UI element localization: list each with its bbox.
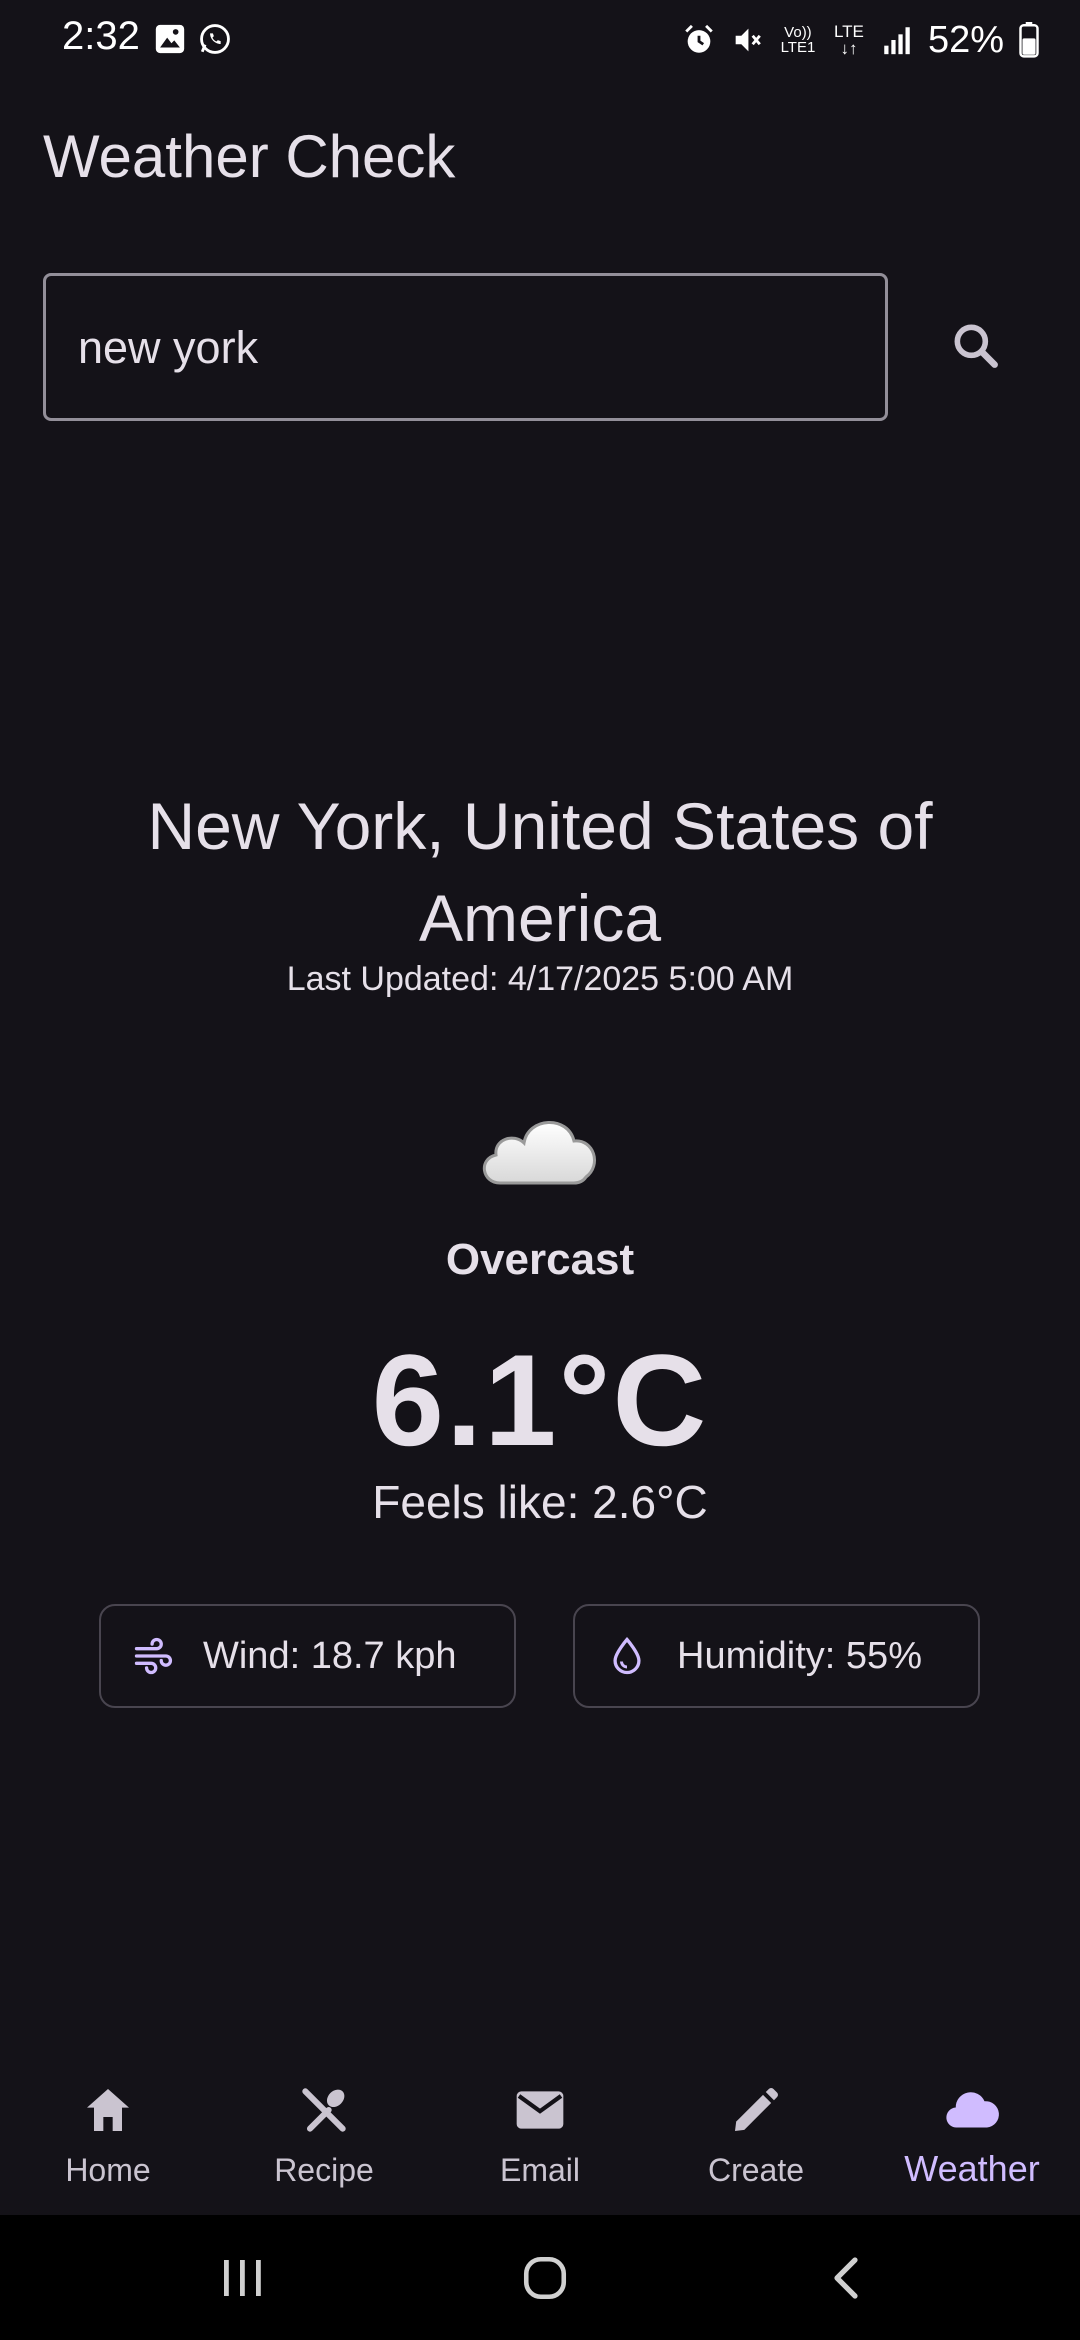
humidity-value: Humidity: 55%: [677, 1634, 922, 1677]
last-updated: Last Updated: 4/17/2025 5:00 AM: [286, 960, 794, 998]
bottom-navigation: Home Recipe Email Create Weather: [0, 2050, 1080, 2215]
recent-apps-icon: [224, 2259, 261, 2296]
home-button[interactable]: [485, 2215, 605, 2340]
back-button[interactable]: [787, 2215, 907, 2340]
search-field[interactable]: [43, 273, 888, 421]
mute-icon: [735, 28, 761, 52]
pencil-icon: [726, 2080, 786, 2140]
status-time: 2:32: [62, 14, 140, 58]
wind-value: Wind: 18.7 kph: [203, 1634, 457, 1677]
nav-label-recipe: Recipe: [274, 2152, 374, 2188]
volte-icon: Vo)) LTE1: [780, 24, 816, 56]
humidity-chip: Humidity: 55%: [573, 1604, 980, 1708]
battery-percentage: 52%: [927, 18, 1004, 61]
alarm-icon: [685, 24, 713, 53]
home-icon: [78, 2080, 138, 2140]
nav-item-home[interactable]: Home: [0, 2050, 216, 2215]
water-drop-icon: [613, 1636, 641, 1675]
nav-label-create: Create: [707, 2152, 805, 2188]
whatsapp-icon: [200, 24, 230, 54]
back-chevron-icon: [834, 2256, 858, 2299]
temperature: 6.1°C: [371, 1327, 709, 1473]
nav-item-create[interactable]: Create: [648, 2050, 864, 2215]
utensils-icon: [294, 2080, 354, 2140]
battery-icon: [1019, 22, 1039, 58]
nav-item-email[interactable]: Email: [432, 2050, 648, 2215]
signal-icon: [884, 27, 910, 55]
image-icon: [155, 24, 185, 54]
recent-apps-button[interactable]: [183, 2215, 303, 2340]
home-circle-icon: [523, 2256, 567, 2299]
page-title: Weather Check: [43, 123, 456, 190]
mail-icon: [510, 2080, 570, 2140]
status-icons: Vo)) LTE1 LTE ↓↑ 52%: [682, 14, 1040, 66]
cloud-icon: [942, 2080, 1002, 2140]
nav-label-home: Home: [65, 2152, 151, 2188]
location-name: New York, United States of America: [147, 789, 933, 955]
search-input[interactable]: [76, 276, 860, 420]
nav-label-weather: Weather: [904, 2148, 1040, 2189]
nav-item-recipe[interactable]: Recipe: [216, 2050, 432, 2215]
status-bar: 2:32 Vo)) LTE1 LTE ↓↑ 52%: [0, 0, 1080, 80]
system-navigation-bar: [0, 2215, 1080, 2340]
wind-icon: [134, 1637, 173, 1675]
cloud-icon: [483, 1121, 596, 1185]
nav-item-weather[interactable]: Weather: [864, 2050, 1080, 2215]
weather-condition: Overcast: [445, 1235, 635, 1284]
search-icon: [954, 324, 998, 368]
nav-label-email: Email: [499, 2152, 580, 2188]
lte-icon: LTE ↓↑: [833, 22, 864, 58]
search-button[interactable]: [940, 310, 1012, 382]
wind-chip: Wind: 18.7 kph: [99, 1604, 516, 1708]
feels-like: Feels like: 2.6°C: [372, 1476, 708, 1528]
